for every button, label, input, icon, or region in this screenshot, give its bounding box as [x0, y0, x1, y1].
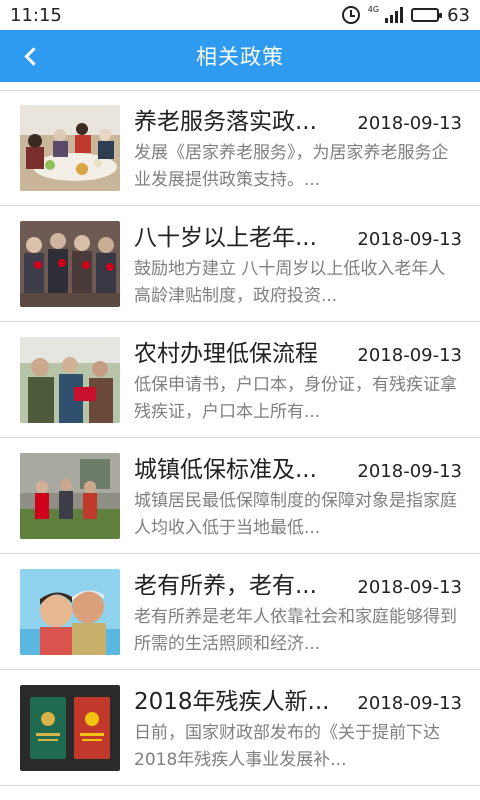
item-title: 八十岁以上老年... [134, 224, 317, 251]
alarm-clock-icon [341, 6, 360, 24]
policy-list: 养老服务落实政... 2018-09-13 发展《居家养老服务》，为居家养老服务… [0, 90, 480, 786]
item-text: 农村办理低保流程 2018-09-13 低保申请书，户口本，身份证，有残疾证拿残… [134, 334, 462, 426]
item-summary: 城镇居民最低保障制度的保障对象是指家庭人均收入低于当地最低... [134, 490, 457, 538]
thumbnail-elderly-meal [20, 105, 120, 191]
battery-icon [411, 8, 443, 22]
list-item[interactable]: 农村办理低保流程 2018-09-13 低保申请书，户口本，身份证，有残疾证拿残… [0, 322, 480, 438]
list-item[interactable]: 2018年残疾人新... 2018-09-13 日前，国家财政部发布的《关于提前… [0, 670, 480, 786]
item-title: 养老服务落实政... [134, 109, 317, 135]
item-title: 2018年残疾人新... [134, 688, 330, 715]
network-type: 4G [367, 5, 380, 14]
item-text: 城镇低保标准及... 2018-09-13 城镇居民最低保障制度的保障对象是指家… [134, 450, 462, 542]
back-button[interactable] [16, 42, 44, 70]
item-date: 2018-09-13 [357, 344, 462, 366]
status-time: 11:15 [10, 4, 62, 26]
item-text: 八十岁以上老年... 2018-09-13 鼓励地方建立 八十周岁以上低收入老年… [134, 218, 462, 310]
item-summary: 鼓励地方建立 八十周岁以上低收入老年人 高龄津贴制度，政府投资... [134, 258, 446, 306]
nav-bar: 相关政策 [0, 30, 480, 82]
page-title: 相关政策 [196, 45, 284, 69]
item-date: 2018-09-13 [357, 113, 462, 134]
list-item[interactable]: 城镇低保标准及... 2018-09-13 城镇居民最低保障制度的保障对象是指家… [0, 438, 480, 554]
item-date: 2018-09-13 [357, 228, 462, 250]
status-icons: 4G 63 [341, 4, 470, 26]
item-summary: 老有所养是老年人依靠社会和家庭能够得到所需的生活照顾和经济... [134, 606, 457, 654]
item-text: 老有所养，老有... 2018-09-13 老有所养是老年人依靠社会和家庭能够得… [134, 566, 462, 658]
list-item[interactable]: 八十岁以上老年... 2018-09-13 鼓励地方建立 八十周岁以上低收入老年… [0, 206, 480, 322]
item-text: 2018年残疾人新... 2018-09-13 日前，国家财政部发布的《关于提前… [134, 682, 462, 774]
item-title: 农村办理低保流程 [134, 340, 318, 367]
list-item[interactable]: 老有所养，老有... 2018-09-13 老有所养是老年人依靠社会和家庭能够得… [0, 554, 480, 670]
signal-icon [385, 7, 404, 23]
thumbnail-disability-certificates [20, 684, 120, 771]
thumbnail-elderly-group [20, 220, 120, 307]
item-date: 2018-09-13 [357, 576, 462, 598]
thumbnail-urban-visit [20, 452, 120, 539]
list-item[interactable]: 养老服务落实政... 2018-09-13 发展《居家养老服务》，为居家养老服务… [0, 90, 480, 206]
item-title: 城镇低保标准及... [134, 456, 317, 483]
item-title: 老有所养，老有... [134, 572, 317, 599]
item-summary: 发展《居家养老服务》，为居家养老服务企业发展提供政策支持。... [134, 143, 449, 190]
item-summary: 低保申请书，户口本，身份证，有残疾证拿残疾证，户口本上所有... [134, 374, 457, 422]
item-summary: 日前，国家财政部发布的《关于提前下达2018年残疾人事业发展补... [134, 722, 440, 770]
back-arrow-icon [23, 46, 43, 66]
battery-percent: 63 [447, 4, 470, 26]
item-date: 2018-09-13 [357, 460, 462, 482]
item-date: 2018-09-13 [357, 692, 462, 714]
thumbnail-rural-subsidy [20, 336, 120, 423]
thumbnail-elderly-couple [20, 568, 120, 655]
item-text: 养老服务落实政... 2018-09-13 发展《居家养老服务》，为居家养老服务… [134, 102, 462, 194]
status-bar: 11:15 4G 63 [0, 0, 480, 30]
